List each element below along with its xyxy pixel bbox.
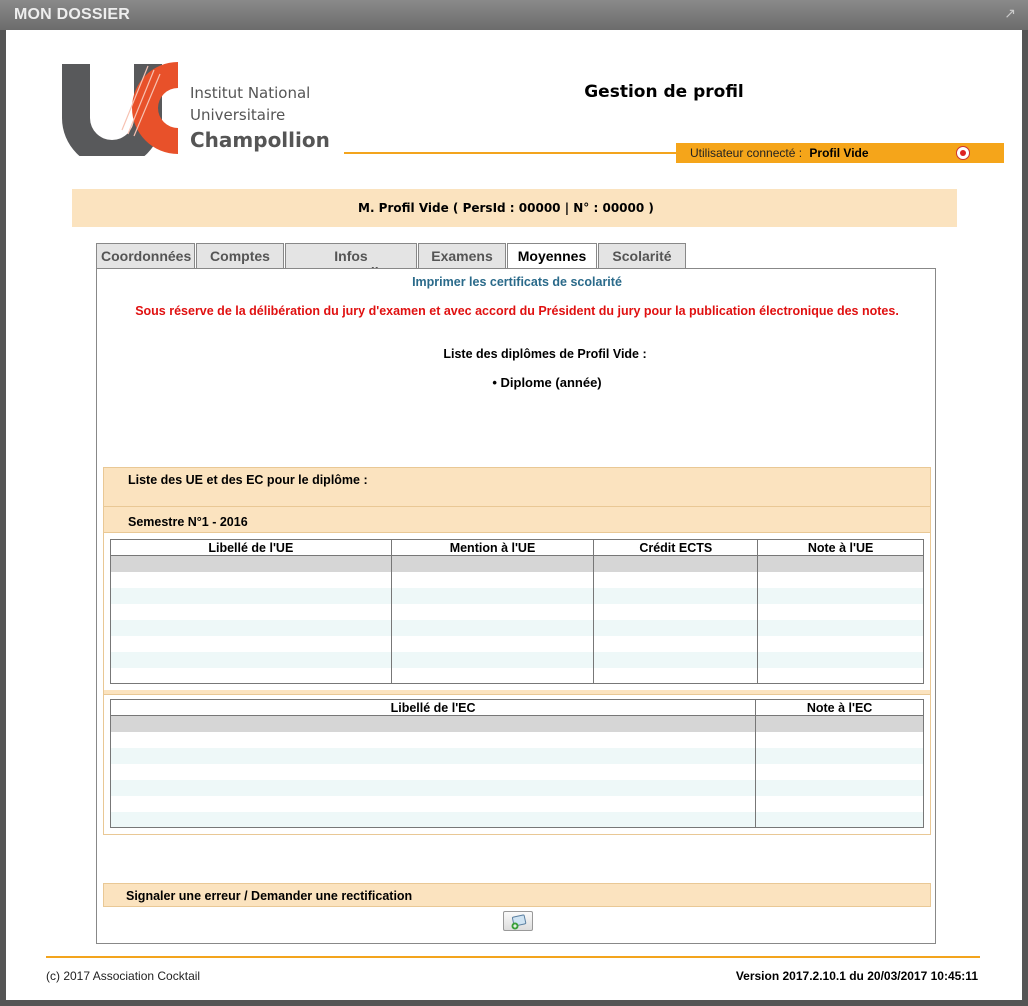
col-credit-ects[interactable]: Crédit ECTS bbox=[593, 539, 759, 556]
footer-divider bbox=[46, 956, 980, 958]
table-row[interactable] bbox=[110, 587, 924, 604]
ue-table: Libellé de l'UE Mention à l'UE Crédit EC… bbox=[110, 539, 924, 684]
logo-line-3: Champollion bbox=[190, 128, 330, 152]
edit-message-icon bbox=[511, 914, 527, 930]
diploma-item[interactable]: • Diplome (année) bbox=[97, 375, 937, 390]
ec-table: Libellé de l'EC Note à l'EC bbox=[109, 699, 924, 828]
col-note-ec[interactable]: Note à l'EC bbox=[755, 699, 924, 716]
table-row[interactable] bbox=[109, 811, 924, 828]
profile-summary: M. Profil Vide ( PersId : 00000 | N° : 0… bbox=[72, 189, 957, 227]
table-row[interactable] bbox=[110, 635, 924, 652]
logo-line-2: Universitaire bbox=[190, 106, 286, 124]
tab-scolarite[interactable]: Scolarité bbox=[598, 243, 686, 269]
table-row[interactable] bbox=[109, 763, 924, 780]
jury-warning: Sous réserve de la délibération du jury … bbox=[135, 304, 899, 318]
table-row[interactable] bbox=[110, 651, 924, 668]
table-row[interactable] bbox=[109, 731, 924, 748]
table-row[interactable] bbox=[110, 667, 924, 684]
ue-ec-block: Liste des UE et des EC pour le diplôme :… bbox=[103, 467, 931, 835]
table-row[interactable] bbox=[110, 555, 924, 572]
table-row[interactable] bbox=[110, 571, 924, 588]
ue-table-wrap: Libellé de l'UE Mention à l'UE Crédit EC… bbox=[104, 532, 930, 690]
col-mention-ue[interactable]: Mention à l'UE bbox=[390, 539, 595, 556]
copyright: (c) 2017 Association Cocktail bbox=[46, 969, 201, 983]
tab-coordonnees[interactable]: Coordonnées bbox=[96, 243, 195, 269]
col-libelle-ec[interactable]: Libellé de l'EC bbox=[109, 699, 757, 716]
tab-examens[interactable]: Examens bbox=[418, 243, 506, 269]
page-title: Gestion de profil bbox=[584, 82, 744, 102]
print-certificates-link[interactable]: Imprimer les certificats de scolarité bbox=[97, 275, 937, 289]
table-row[interactable] bbox=[110, 603, 924, 620]
tab-bar: Coordonnées Comptes Infos personnelles E… bbox=[96, 243, 687, 280]
col-note-ue[interactable]: Note à l'UE bbox=[757, 539, 924, 556]
col-libelle-ue[interactable]: Libellé de l'UE bbox=[110, 539, 392, 556]
user-bar: Utilisateur connecté : Profil Vide bbox=[676, 143, 1004, 163]
table-row[interactable] bbox=[109, 779, 924, 796]
window-title: MON DOSSIER bbox=[14, 6, 130, 23]
window-titlebar: MON DOSSIER ↗ bbox=[0, 0, 1028, 30]
tab-moyennes[interactable]: Moyennes bbox=[507, 243, 597, 270]
report-error-button[interactable] bbox=[503, 911, 533, 931]
ec-table-wrap: Libellé de l'EC Note à l'EC bbox=[104, 694, 930, 834]
header-divider bbox=[344, 152, 678, 154]
logo-line-1: Institut National bbox=[190, 84, 311, 102]
logo-text: Institut National Universitaire Champoll… bbox=[190, 82, 330, 154]
table-row[interactable] bbox=[109, 795, 924, 812]
version-info: Version 2017.2.10.1 du 20/03/2017 10:45:… bbox=[735, 969, 978, 983]
diplomas-title: Liste des diplômes de Profil Vide : bbox=[443, 347, 647, 361]
logout-icon[interactable] bbox=[956, 146, 970, 160]
table-row[interactable] bbox=[109, 747, 924, 764]
semester-heading: Semestre N°1 - 2016 bbox=[104, 506, 930, 532]
table-row[interactable] bbox=[110, 619, 924, 636]
user-name: Profil Vide bbox=[809, 146, 869, 160]
expand-icon[interactable]: ↗ bbox=[1004, 5, 1016, 22]
ue-heading: Liste des UE et des EC pour le diplôme : bbox=[128, 473, 368, 487]
tab-comptes[interactable]: Comptes bbox=[196, 243, 284, 269]
window-body: Institut National Universitaire Champoll… bbox=[6, 30, 1022, 1000]
table-row[interactable] bbox=[109, 715, 924, 732]
report-error-heading: Signaler une erreur / Demander une recti… bbox=[103, 883, 931, 907]
tab-panel-moyennes: Imprimer les certificats de scolarité So… bbox=[96, 268, 936, 944]
tab-infos-personnelles[interactable]: Infos personnelles bbox=[285, 243, 417, 280]
user-label: Utilisateur connecté : bbox=[690, 146, 803, 160]
